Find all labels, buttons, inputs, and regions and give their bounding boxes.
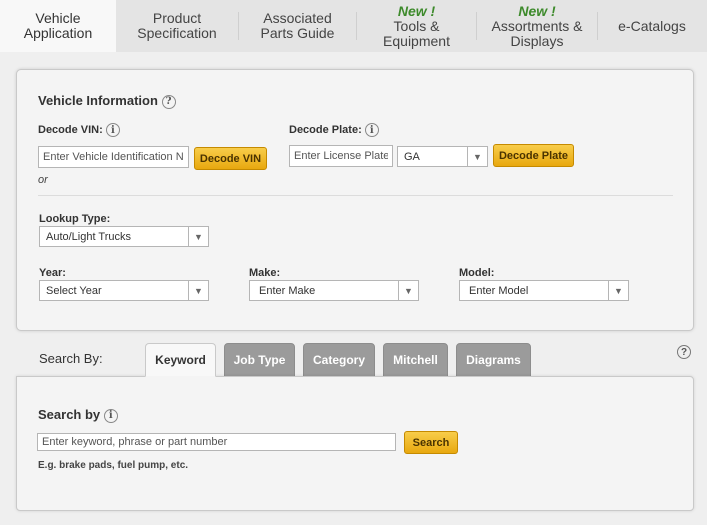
make-select[interactable]: Enter Make ▼ <box>249 280 419 301</box>
tab-vehicle-application[interactable]: Vehicle Application <box>0 0 116 52</box>
year-select[interactable]: Select Year ▼ <box>39 280 209 301</box>
tab-label-line2: Equipment <box>383 32 450 49</box>
vin-input[interactable] <box>38 146 189 168</box>
model-label: Model: <box>459 267 495 279</box>
chevron-down-icon: ▼ <box>188 281 208 300</box>
tab-label-line2: Application <box>23 25 93 41</box>
vehicle-information-label: Vehicle Information <box>38 93 158 108</box>
tab-label-line2: Parts Guide <box>260 25 335 41</box>
info-icon[interactable]: i <box>364 123 379 137</box>
new-badge: New ! <box>518 2 556 19</box>
lookup-type-label: Lookup Type: <box>39 213 111 225</box>
info-icon[interactable]: i <box>103 408 118 423</box>
vehicle-information-panel: Vehicle Information ? Decode VIN: i Deco… <box>16 69 694 331</box>
top-navigation: Vehicle Application Product Specificatio… <box>0 0 707 52</box>
year-label: Year: <box>39 267 66 279</box>
new-badge: New ! <box>397 2 436 19</box>
help-icon[interactable]: ? <box>161 94 176 109</box>
year-value: Select Year <box>46 284 102 297</box>
tab-label-line1: e-Catalogs <box>618 17 686 34</box>
state-select[interactable]: GA ▼ <box>397 146 488 167</box>
keyword-search-panel: Search by i Search E.g. brake pads, fuel… <box>16 376 694 511</box>
decode-plate-text: Decode Plate: <box>289 123 362 136</box>
divider <box>38 195 673 196</box>
model-select[interactable]: Enter Model ▼ <box>459 280 629 301</box>
tab-assortments-displays[interactable]: New ! Assortments & Displays <box>477 0 597 52</box>
chevron-down-icon: ▼ <box>608 281 628 300</box>
search-by-title-text: Search by <box>38 407 101 422</box>
tab-label-line1: Product <box>152 10 202 26</box>
tab-tools-equipment[interactable]: New ! Tools & Equipment <box>357 0 476 52</box>
keyword-search-input[interactable] <box>37 433 396 451</box>
model-value: Enter Model <box>469 284 529 297</box>
lookup-type-value: Auto/Light Trucks <box>46 230 131 243</box>
tab-keyword[interactable]: Keyword <box>145 343 216 377</box>
help-icon[interactable]: ? <box>677 345 691 359</box>
search-by-label: Search By: <box>39 351 103 366</box>
tab-e-catalogs[interactable]: e-Catalogs <box>598 0 706 52</box>
tab-label-line1: Associated <box>263 10 332 26</box>
make-value: Enter Make <box>259 284 316 297</box>
make-label: Make: <box>249 267 281 279</box>
chevron-down-icon: ▼ <box>188 227 208 246</box>
tab-category[interactable]: Category <box>303 343 375 377</box>
tab-label-line1: Vehicle <box>35 10 81 26</box>
license-plate-input[interactable] <box>289 145 393 167</box>
lookup-type-select[interactable]: Auto/Light Trucks ▼ <box>39 226 209 247</box>
state-value: GA <box>404 150 420 163</box>
vehicle-information-title: Vehicle Information ? <box>38 93 176 109</box>
decode-vin-label: Decode VIN: i <box>38 123 120 137</box>
or-text: or <box>38 174 48 186</box>
search-hint: E.g. brake pads, fuel pump, etc. <box>38 460 189 471</box>
decode-plate-button[interactable]: Decode Plate <box>493 144 574 167</box>
decode-vin-button[interactable]: Decode VIN <box>194 147 267 170</box>
decode-plate-label: Decode Plate: i <box>289 123 379 137</box>
chevron-down-icon: ▼ <box>398 281 418 300</box>
tab-mitchell[interactable]: Mitchell <box>383 343 448 377</box>
tab-product-specification[interactable]: Product Specification <box>116 0 238 52</box>
tab-job-type[interactable]: Job Type <box>224 343 295 377</box>
tab-label-line1: Tools & <box>393 17 440 34</box>
tab-label-line2: Displays <box>510 32 564 49</box>
tab-label-line1: Assortments & <box>491 17 583 34</box>
tab-diagrams[interactable]: Diagrams <box>456 343 531 377</box>
search-by-title: Search by i <box>38 407 118 423</box>
tab-label-line2: Specification <box>137 25 217 41</box>
decode-vin-text: Decode VIN: <box>38 123 103 136</box>
chevron-down-icon: ▼ <box>467 147 487 166</box>
info-icon[interactable]: i <box>105 123 120 137</box>
search-button[interactable]: Search <box>404 431 458 454</box>
tab-associated-parts-guide[interactable]: Associated Parts Guide <box>239 0 356 52</box>
